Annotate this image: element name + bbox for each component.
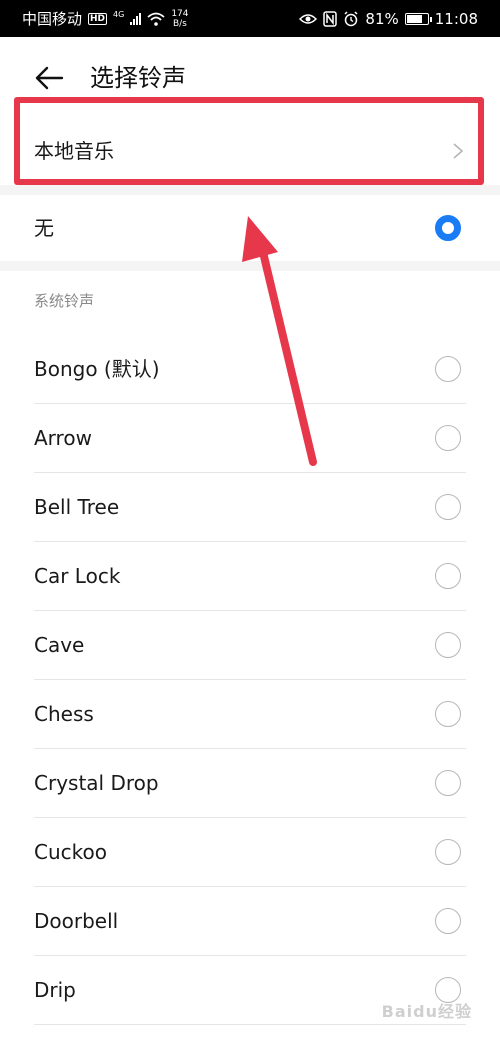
- battery-percent: 81%: [365, 9, 399, 28]
- hd-badge: HD: [88, 12, 108, 25]
- ringtone-label: Car Lock: [34, 564, 121, 588]
- network-type: 4G: [113, 10, 125, 19]
- ringtone-label: Cave: [34, 633, 85, 657]
- chevron-right-icon: [453, 143, 464, 159]
- status-bar: 中国移动 HD 4G 174 B/s 81% 11:08: [0, 0, 500, 37]
- carrier-name: 中国移动: [22, 10, 83, 28]
- nfc-icon: [323, 10, 338, 27]
- eye-icon: [299, 13, 318, 24]
- ringtone-label: Bongo (默认): [34, 357, 160, 381]
- section-gap: [0, 185, 500, 195]
- battery-level: [406, 14, 422, 23]
- network-speed-unit: B/s: [172, 18, 187, 29]
- page-title: 选择铃声: [90, 64, 186, 92]
- list-item[interactable]: Bongo (默认): [0, 335, 500, 404]
- radio-button[interactable]: [435, 701, 461, 727]
- watermark: Baidu经验: [381, 1002, 472, 1021]
- ringtone-none-row[interactable]: 无: [0, 195, 500, 261]
- back-button[interactable]: [30, 59, 68, 97]
- list-item[interactable]: Cuckoo: [0, 818, 500, 887]
- ringtone-label: Bell Tree: [34, 495, 120, 519]
- list-item[interactable]: Cave: [0, 611, 500, 680]
- section-gap: [0, 261, 500, 271]
- radio-selected[interactable]: [435, 215, 461, 241]
- section-header-system: 系统铃声: [34, 292, 95, 310]
- list-item[interactable]: Doorbell: [0, 887, 500, 956]
- radio-button[interactable]: [435, 425, 461, 451]
- ringtone-list: Bongo (默认) Arrow Bell Tree Car Lock Cave…: [0, 335, 500, 1025]
- radio-button[interactable]: [435, 839, 461, 865]
- ringtone-label: Arrow: [34, 426, 92, 450]
- status-bar-right: 81% 11:08: [299, 0, 478, 37]
- arrow-left-icon: [35, 66, 64, 90]
- network-speed-value: 174: [171, 8, 189, 19]
- ringtone-label: Drip: [34, 978, 76, 1002]
- radio-button[interactable]: [435, 494, 461, 520]
- list-item[interactable]: Crystal Drop: [0, 749, 500, 818]
- radio-button[interactable]: [435, 632, 461, 658]
- radio-button[interactable]: [435, 356, 461, 382]
- alarm-icon: [344, 10, 358, 26]
- local-music-label: 本地音乐: [34, 139, 114, 163]
- local-music-row[interactable]: 本地音乐: [0, 115, 500, 187]
- battery-icon: [404, 12, 432, 25]
- ringtone-none-label: 无: [34, 216, 54, 240]
- status-bar-left: 中国移动 HD 4G 174 B/s: [22, 0, 189, 37]
- radio-button[interactable]: [435, 770, 461, 796]
- list-item[interactable]: Chess: [0, 680, 500, 749]
- app-header: 选择铃声: [0, 37, 500, 115]
- ringtone-label: Crystal Drop: [34, 771, 159, 795]
- ringtone-label: Doorbell: [34, 909, 119, 933]
- list-item[interactable]: Arrow: [0, 404, 500, 473]
- ringtone-label: Cuckoo: [34, 840, 107, 864]
- radio-button[interactable]: [435, 908, 461, 934]
- signal-icon: [130, 12, 142, 25]
- network-speed: 174 B/s: [171, 9, 188, 29]
- radio-button[interactable]: [435, 563, 461, 589]
- divider: [34, 1024, 466, 1025]
- wifi-icon: [147, 12, 165, 26]
- list-item[interactable]: Car Lock: [0, 542, 500, 611]
- clock-time: 11:08: [434, 9, 478, 28]
- ringtone-label: Chess: [34, 702, 94, 726]
- list-item[interactable]: Bell Tree: [0, 473, 500, 542]
